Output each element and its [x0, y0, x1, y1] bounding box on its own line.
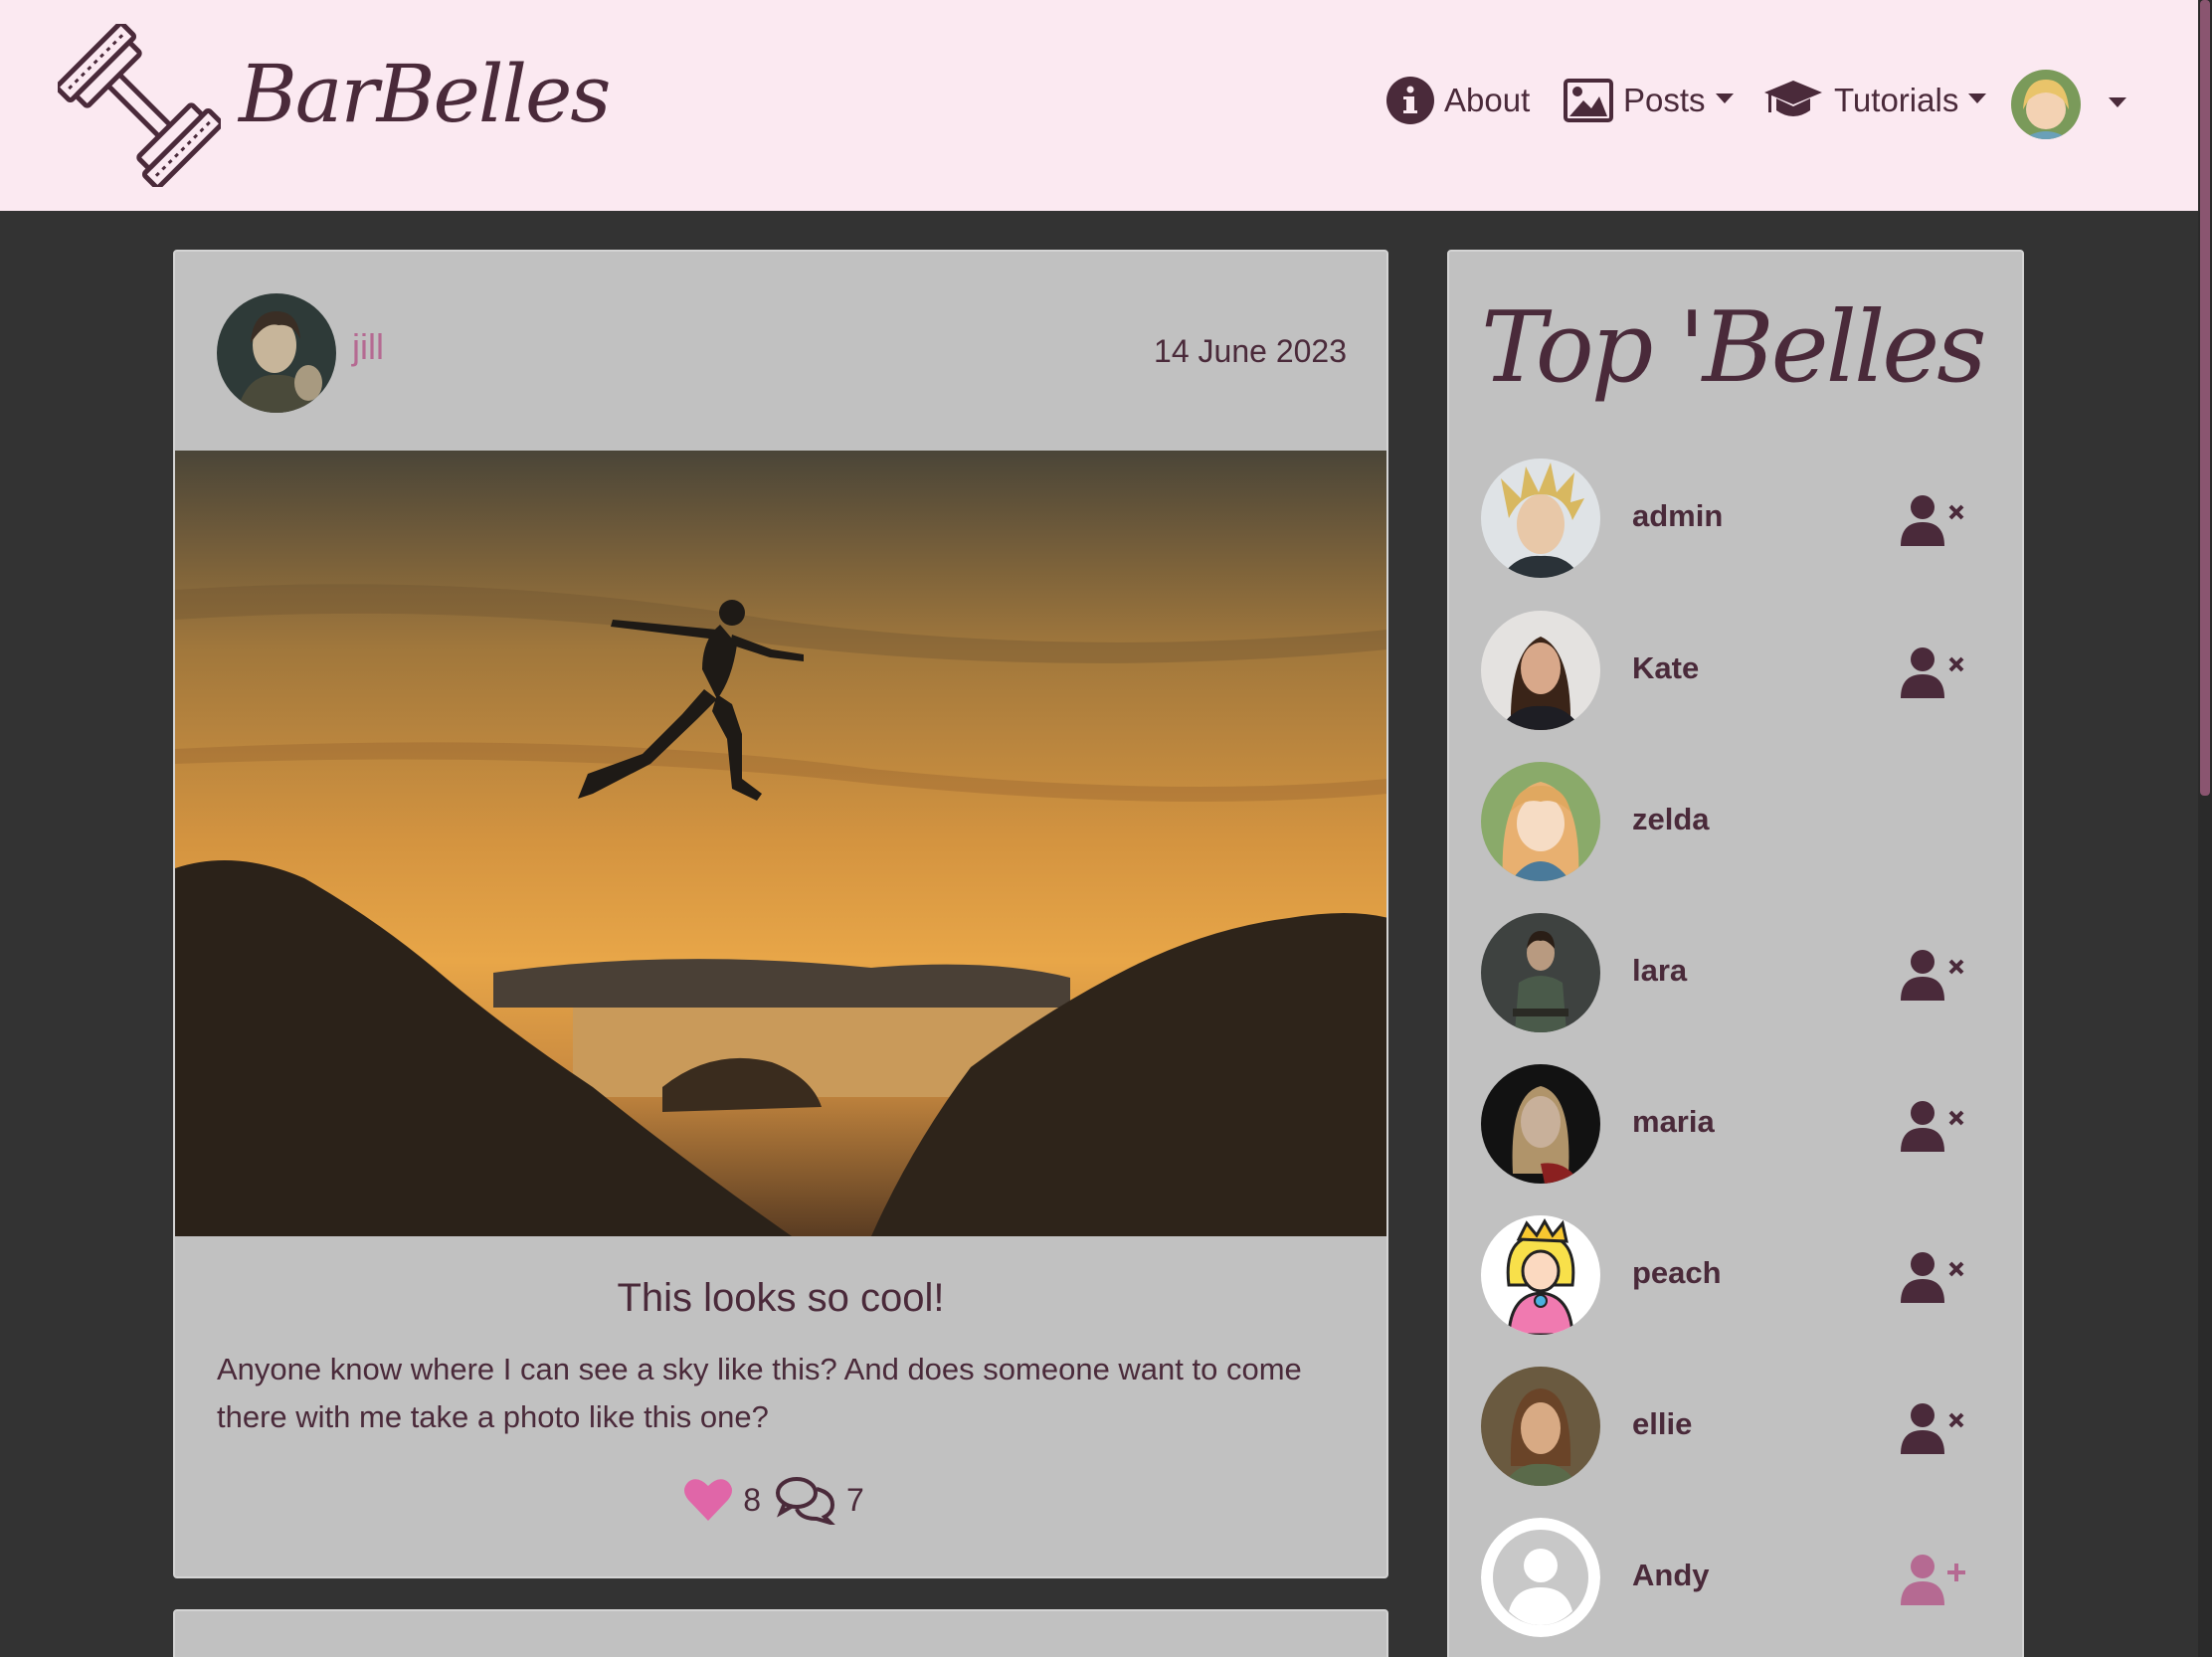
image-icon [1564, 79, 1613, 122]
user-menu-dropdown[interactable] [2011, 70, 2126, 139]
belle-avatar[interactable] [1481, 1064, 1600, 1184]
user-unfollow-icon[interactable] [1901, 949, 1966, 1001]
barbell-icon[interactable] [58, 24, 221, 187]
nav-about-link[interactable]: About [1386, 76, 1530, 125]
sidebar-title: Top 'Belles [1481, 291, 1987, 405]
brand-name[interactable]: BarBelles [239, 48, 611, 140]
default-avatar-icon[interactable] [1481, 1518, 1600, 1637]
nav-posts-dropdown[interactable]: Posts [1564, 76, 1734, 125]
belle-row: Kate [1481, 611, 1998, 730]
user-unfollow-icon[interactable] [1901, 646, 1966, 698]
belle-name[interactable]: Kate [1632, 650, 1699, 686]
comment-count: 7 [846, 1481, 864, 1518]
like-count: 8 [743, 1481, 761, 1518]
heart-icon[interactable] [683, 1478, 733, 1522]
user-follow-icon[interactable] [1901, 1554, 1966, 1605]
post-body: Anyone know where I can see a sky like t… [217, 1352, 1302, 1434]
chevron-down-icon [2109, 97, 2126, 107]
belle-avatar[interactable] [1481, 1367, 1600, 1486]
user-unfollow-icon[interactable] [1901, 1251, 1966, 1303]
chevron-down-icon [1968, 93, 1987, 103]
post-header: jill 14 June 2023 [175, 252, 1386, 451]
nav-posts-label: Posts [1623, 82, 1706, 118]
belle-name[interactable]: zelda [1632, 802, 1710, 837]
belle-name[interactable]: admin [1632, 498, 1723, 534]
navbar: BarBelles About Posts Tutorials [0, 0, 2198, 211]
belle-avatar[interactable] [1481, 913, 1600, 1032]
post-date: 14 June 2023 [1154, 333, 1347, 369]
belle-avatar[interactable] [1481, 459, 1600, 578]
belle-avatar[interactable] [1481, 611, 1600, 730]
belle-name[interactable]: ellie [1632, 1406, 1692, 1442]
belle-row: lara [1481, 913, 1998, 1032]
belle-name[interactable]: maria [1632, 1104, 1715, 1140]
info-circle-icon [1386, 77, 1434, 124]
user-unfollow-icon[interactable] [1901, 494, 1966, 546]
belle-name[interactable]: lara [1632, 953, 1687, 989]
nav-tutorials-dropdown[interactable]: Tutorials [1762, 76, 1987, 125]
graduation-cap-icon [1764, 81, 1822, 116]
scrollbar-thumb[interactable] [2200, 0, 2210, 796]
user-unfollow-icon[interactable] [1901, 1100, 1966, 1152]
chevron-down-icon [1715, 93, 1734, 103]
post-card: jill 14 June 2023 This looks so cool! An… [173, 250, 1388, 1578]
post-stats: 8 7 [175, 1475, 1386, 1525]
top-belles-sidebar: Top 'Belles admin Kate zelda lara maria … [1447, 250, 2024, 1657]
post-image[interactable] [175, 451, 1388, 1236]
belle-row: Andy [1481, 1518, 1998, 1637]
nav-tutorials-label: Tutorials [1834, 82, 1959, 118]
belle-name[interactable]: peach [1632, 1255, 1722, 1291]
belle-name[interactable]: Andy [1632, 1558, 1710, 1593]
belle-row: maria [1481, 1064, 1998, 1184]
belle-avatar[interactable] [1481, 762, 1600, 881]
belle-row: ellie [1481, 1367, 1998, 1486]
belle-row: admin [1481, 459, 1998, 578]
belle-avatar[interactable] [1481, 1215, 1600, 1335]
comments-icon[interactable] [775, 1475, 836, 1525]
belle-row: zelda [1481, 762, 1998, 881]
post-card [173, 1609, 1388, 1657]
post-title: This looks so cool! [617, 1276, 945, 1320]
nav-about-label: About [1444, 82, 1531, 118]
author-avatar[interactable] [217, 293, 336, 413]
user-avatar [2011, 70, 2081, 139]
belle-row: peach [1481, 1215, 1998, 1335]
user-unfollow-icon[interactable] [1901, 1402, 1966, 1454]
author-name-link[interactable]: jill [352, 326, 384, 368]
page-scrollbar[interactable] [2198, 0, 2212, 1657]
